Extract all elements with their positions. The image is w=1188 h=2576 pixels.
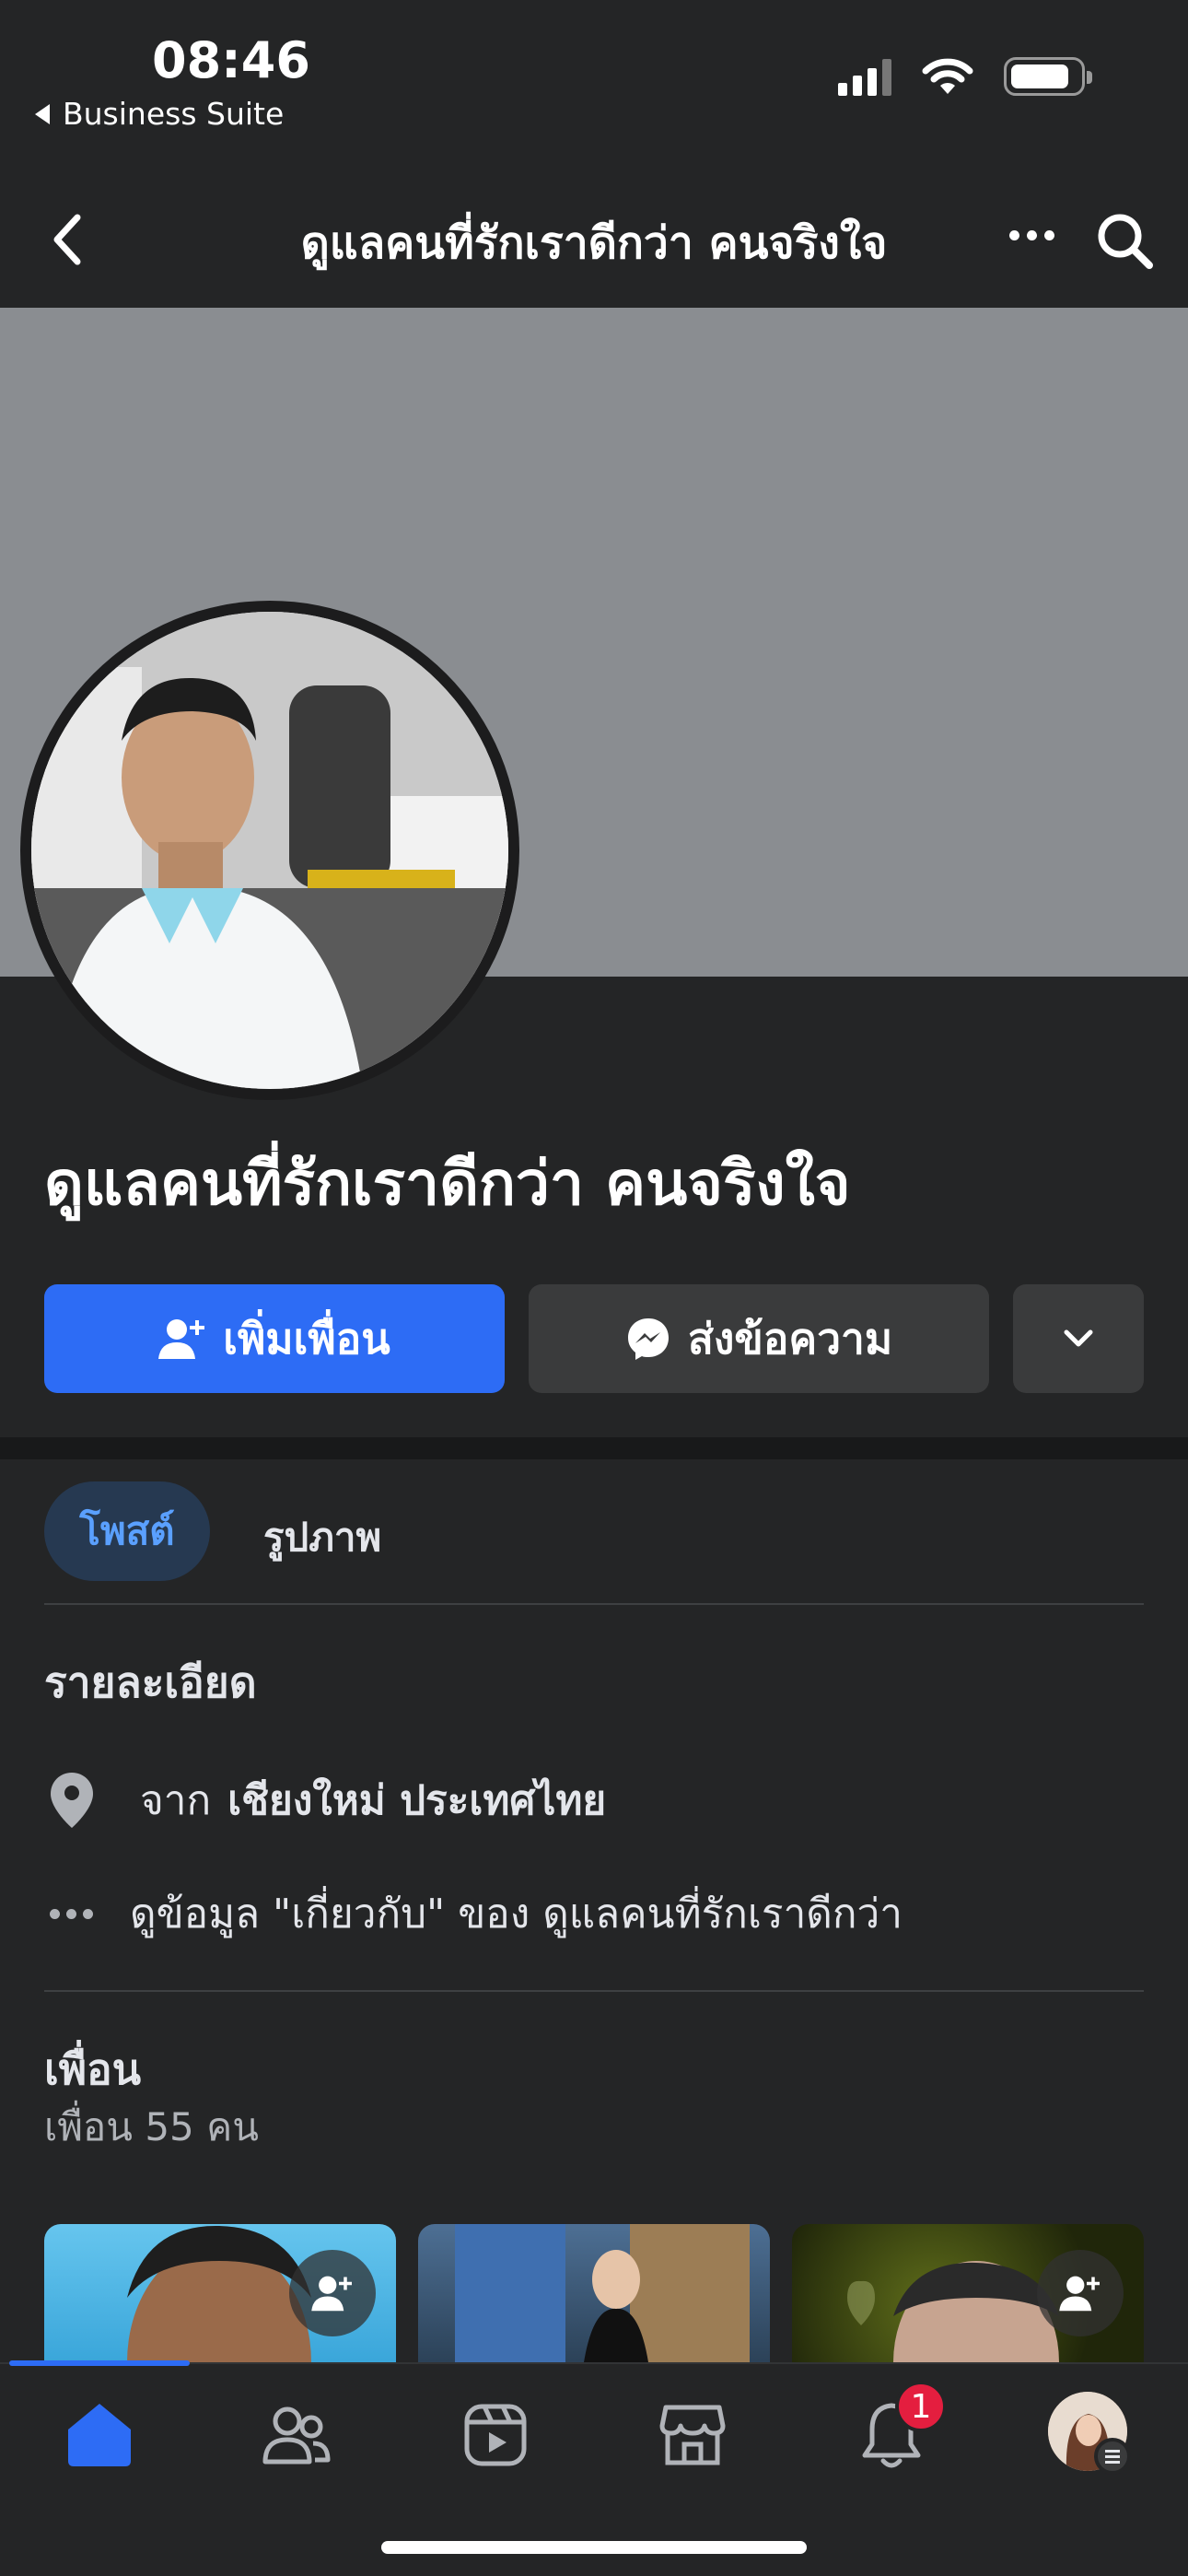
notification-badge: 1 xyxy=(895,2381,947,2432)
active-tab-indicator xyxy=(9,2360,190,2366)
wifi-icon xyxy=(922,58,973,94)
nav-title: ดูแลคนที่รักเราดีกว่า คนจริงใจ xyxy=(300,217,888,269)
add-friend-icon[interactable] xyxy=(1037,2250,1124,2336)
status-bar: 08:46 Business Suite xyxy=(0,0,1188,175)
section-divider xyxy=(0,1437,1188,1459)
friends-count: เพื่อน 55 คน xyxy=(44,2104,259,2149)
back-to-app-link[interactable]: Business Suite xyxy=(35,96,284,132)
profile-name: ดูแลคนที่รักเราดีกว่า คนจริงใจ xyxy=(44,1148,851,1219)
top-nav-bar: ดูแลคนที่รักเราดีกว่า คนจริงใจ xyxy=(0,175,1188,308)
friend-card[interactable] xyxy=(418,2224,770,2362)
send-message-button[interactable]: ส่งข้อความ xyxy=(529,1284,989,1393)
tab-friends[interactable] xyxy=(252,2394,341,2476)
search-icon[interactable] xyxy=(1092,208,1157,273)
add-friend-label: เพิ่มเพื่อน xyxy=(223,1313,390,1364)
profile-photo xyxy=(31,612,508,1089)
tab-home[interactable] xyxy=(55,2394,144,2476)
location-prefix: จาก xyxy=(140,1777,212,1824)
more-options-icon[interactable] xyxy=(1009,230,1054,240)
menu-icon[interactable] xyxy=(1094,2438,1131,2475)
cellular-signal-icon xyxy=(838,59,891,96)
about-info-row[interactable]: ดูข้อมูล "เกี่ยวกับ" ของ ดูแลคนที่รักเรา… xyxy=(44,1881,903,1946)
tab-video[interactable] xyxy=(451,2394,540,2476)
tab-photos[interactable]: รูปภาพ xyxy=(263,1507,381,1568)
more-dots-icon xyxy=(50,1908,93,1919)
status-icons xyxy=(838,57,1092,96)
marketplace-icon xyxy=(659,2405,726,2465)
location-value[interactable]: เชียงใหม่ ประเทศไทย xyxy=(227,1768,606,1832)
friends-icon xyxy=(262,2406,331,2465)
home-icon xyxy=(68,2404,131,2466)
back-triangle-icon xyxy=(35,103,50,124)
tab-marketplace[interactable] xyxy=(648,2394,737,2476)
about-link[interactable]: ดูข้อมูล "เกี่ยวกับ" ของ ดูแลคนที่รักเรา… xyxy=(130,1881,903,1946)
add-friend-icon xyxy=(158,1319,205,1359)
messenger-icon xyxy=(627,1318,669,1360)
location-row: จาก เชียงใหม่ ประเทศไทย xyxy=(44,1767,606,1833)
details-title: รายละเอียด xyxy=(44,1657,257,1707)
battery-icon xyxy=(1004,57,1092,96)
friend-card[interactable] xyxy=(792,2224,1144,2362)
send-message-label: ส่งข้อความ xyxy=(687,1313,893,1364)
divider xyxy=(44,1603,1144,1605)
home-indicator xyxy=(381,2541,807,2554)
add-friend-button[interactable]: เพิ่มเพื่อน xyxy=(44,1284,505,1393)
more-actions-button[interactable] xyxy=(1013,1284,1144,1393)
back-app-label: Business Suite xyxy=(63,96,285,132)
location-pin-icon xyxy=(44,1767,99,1833)
add-friend-icon[interactable] xyxy=(289,2250,376,2336)
status-time: 08:46 xyxy=(152,31,310,89)
divider xyxy=(44,1990,1144,1992)
profile-picture[interactable] xyxy=(20,601,519,1100)
tab-posts[interactable]: โพสต์ xyxy=(44,1481,210,1581)
friends-title: เพื่อน xyxy=(44,2044,142,2094)
friend-card[interactable] xyxy=(44,2224,396,2362)
video-icon xyxy=(464,2404,527,2466)
chevron-down-icon xyxy=(1064,1329,1093,1347)
